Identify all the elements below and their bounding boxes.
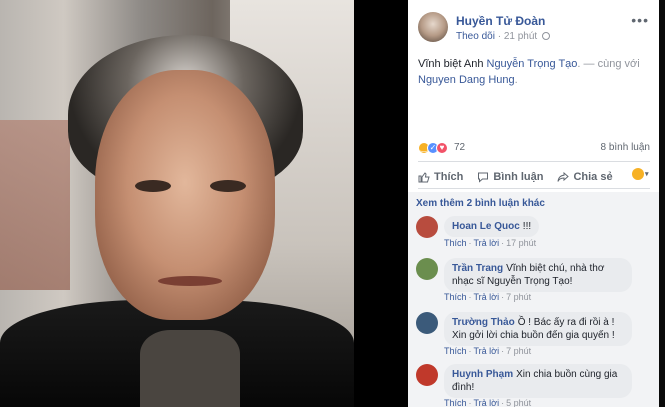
thumbs-up-icon	[418, 172, 430, 183]
commenter-avatar[interactable]	[416, 364, 438, 386]
mention-link[interactable]: Nguyễn Trọng Tạo	[487, 58, 578, 70]
post-text: Vĩnh biệt Anh Nguyễn Trọng Tạo. — cùng v…	[418, 56, 650, 88]
share-label: Chia sẻ	[573, 171, 613, 183]
comment-actions: Thích · Trả lời · 17 phút	[444, 238, 536, 248]
view-more-comments-link[interactable]: Xem thêm 2 bình luận khác	[416, 198, 545, 209]
chevron-down-icon: ▾	[645, 171, 649, 178]
photo-eye-left	[135, 180, 171, 192]
separator: ·	[468, 346, 472, 356]
reaction-icons[interactable]: ‿ ✓ ♥	[418, 142, 448, 154]
comment-icon	[478, 172, 489, 183]
post-side-panel: Huyền Tử Đoàn Theo dõi · 21 phút ••• Vĩn…	[408, 0, 659, 407]
comment-like-link[interactable]: Thích	[444, 346, 467, 356]
commenter-avatar[interactable]	[416, 258, 438, 280]
post-time[interactable]: 21 phút	[504, 31, 537, 42]
photo-mouth	[158, 276, 222, 286]
post-photo[interactable]	[0, 0, 354, 407]
comment-button[interactable]: Bình luận	[477, 166, 543, 188]
comment-bubble: Trường Thảo Ồ ! Bác ấy ra đi rồi à ! Xin …	[444, 312, 632, 346]
share-button[interactable]: Chia sẻ	[557, 166, 613, 188]
post-text-end: .	[514, 74, 518, 86]
separator: ·	[501, 346, 505, 356]
comment-bubble: Hoan Le Quoc!!!	[444, 216, 540, 237]
photo-background-wall	[0, 120, 70, 290]
divider	[418, 188, 650, 189]
follow-link[interactable]: Theo dõi	[456, 31, 495, 42]
comment-label: Bình luận	[493, 171, 544, 183]
reaction-count[interactable]: 72	[454, 142, 465, 153]
comment-actions: Thích · Trả lời · 5 phút	[444, 398, 531, 407]
comment-time[interactable]: 17 phút	[506, 238, 536, 248]
post-meta: Theo dõi · 21 phút	[456, 31, 550, 42]
post-text-with: . — cùng với	[577, 58, 640, 70]
reactions-bar: ‿ ✓ ♥ 72 8 bình luận	[418, 141, 650, 157]
commenter-name[interactable]: Trường Thảo	[452, 317, 515, 328]
commenter-name[interactable]: Trần Trang	[452, 263, 503, 274]
photo-eye-right	[210, 180, 246, 192]
share-icon	[557, 171, 570, 182]
author-avatar[interactable]	[418, 12, 448, 42]
commenter-name[interactable]: Huynh Phạm	[452, 369, 513, 380]
action-bar: Thích Bình luận Chia sẻ ▾	[418, 166, 650, 188]
separator: ·	[468, 398, 472, 407]
more-options-icon[interactable]: •••	[631, 12, 649, 28]
photo-collar	[140, 330, 240, 407]
divider	[418, 161, 650, 162]
photo-viewer: Huyền Tử Đoàn Theo dõi · 21 phút ••• Vĩn…	[0, 0, 665, 407]
like-button[interactable]: Thích	[418, 166, 463, 188]
comment-time[interactable]: 5 phút	[506, 398, 531, 407]
comment-time[interactable]: 7 phút	[506, 346, 531, 356]
globe-icon	[541, 32, 550, 40]
post-header: Huyền Tử Đoàn Theo dõi · 21 phút •••	[418, 12, 651, 46]
author-name[interactable]: Huyền Tử Đoàn	[456, 14, 545, 28]
comment-bubble: Huynh Phạm Xin chia buồn cùng gia đình!	[444, 364, 632, 398]
comment-bubble: Trần Trang Vĩnh biệt chú, nhà thơ nhạc sĩ…	[444, 258, 632, 292]
meta-separator: ·	[494, 31, 504, 42]
love-reaction-icon: ♥	[436, 142, 448, 154]
comment-reply-link[interactable]: Trả lời	[474, 238, 500, 248]
comment-reply-link[interactable]: Trả lời	[474, 346, 500, 356]
separator: ·	[501, 398, 505, 407]
comment-like-link[interactable]: Thích	[444, 398, 467, 407]
reaction-picker[interactable]: ▾	[632, 166, 650, 182]
comment-actions: Thích · Trả lời · 7 phút	[444, 346, 531, 356]
reaction-picker-icon	[632, 168, 644, 180]
commenter-name[interactable]: Hoan Le Quoc	[452, 221, 520, 232]
like-label: Thích	[434, 171, 464, 183]
comment-like-link[interactable]: Thích	[444, 238, 467, 248]
comment-reply-link[interactable]: Trả lời	[474, 398, 500, 407]
commenter-avatar[interactable]	[416, 312, 438, 334]
photo-pane[interactable]	[0, 0, 408, 407]
comment-time[interactable]: 7 phút	[506, 292, 531, 302]
comment-like-link[interactable]: Thích	[444, 292, 467, 302]
separator: ·	[501, 292, 505, 302]
comment-text: !!!	[522, 221, 532, 232]
tagged-user-link[interactable]: Nguyen Dang Hung	[418, 74, 515, 86]
separator: ·	[468, 292, 472, 302]
commenter-avatar[interactable]	[416, 216, 438, 238]
comment-actions: Thích · Trả lời · 7 phút	[444, 292, 531, 302]
comment-count[interactable]: 8 bình luận	[601, 142, 651, 153]
comment-reply-link[interactable]: Trả lời	[474, 292, 500, 302]
separator: ·	[468, 238, 472, 248]
separator: ·	[501, 238, 505, 248]
post-text-prefix: Vĩnh biệt Anh	[418, 58, 487, 70]
comments-section: Xem thêm 2 bình luận khác Hoan Le Quoc!!…	[408, 192, 659, 407]
